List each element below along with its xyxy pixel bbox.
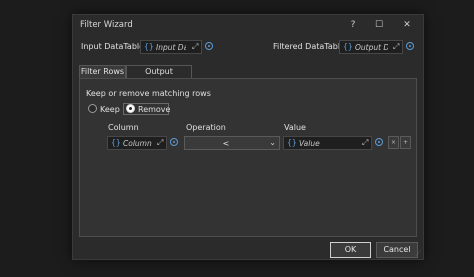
help-button[interactable]: ? xyxy=(345,18,361,32)
keep-radio[interactable] xyxy=(88,104,97,113)
value-field[interactable]: {} Value ⤢ xyxy=(283,136,372,150)
variable-brace-icon: {} xyxy=(144,42,154,51)
mode-label: Keep or remove matching rows xyxy=(86,89,211,98)
expand-icon[interactable]: ⤢ xyxy=(362,138,368,148)
value-value: Value xyxy=(299,139,320,148)
variable-brace-icon: {} xyxy=(287,138,297,147)
variable-circle-icon[interactable] xyxy=(406,42,414,50)
variable-brace-icon: {} xyxy=(111,138,121,147)
chevron-down-icon: ⌄ xyxy=(269,138,276,147)
filter-wizard-dialog: Filter Wizard ? ☐ ✕ Input DataTable {} I… xyxy=(72,14,424,260)
filtered-datatable-field[interactable]: {} Output D ⤢ xyxy=(339,40,403,54)
column-field[interactable]: {} Column ⤢ xyxy=(107,136,167,150)
expand-icon[interactable]: ⤢ xyxy=(157,138,163,148)
variable-circle-icon[interactable] xyxy=(375,138,383,146)
value-options[interactable] xyxy=(373,136,386,150)
resize-grip-icon[interactable]: ⋰ xyxy=(415,250,421,257)
input-datatable-label: Input DataTable xyxy=(81,42,145,51)
expand-icon[interactable]: ⤢ xyxy=(393,42,399,52)
add-row-button[interactable]: + xyxy=(400,136,411,149)
maximize-button[interactable]: ☐ xyxy=(371,18,387,32)
tab-filter-rows[interactable]: Filter Rows xyxy=(79,65,126,78)
filter-rows-panel: Keep or remove matching rows Keep Remove… xyxy=(79,78,417,237)
operation-select[interactable]: < ⌄ xyxy=(184,136,280,150)
input-datatable-value: Input Da xyxy=(156,43,186,52)
operation-value: < xyxy=(222,139,230,148)
title-bar: Filter Wizard ? ☐ ✕ xyxy=(73,15,423,35)
keep-label[interactable]: Keep xyxy=(100,105,120,114)
input-datatable-options[interactable] xyxy=(203,40,216,54)
value-header: Value xyxy=(284,123,306,132)
filtered-datatable-value: Output D xyxy=(355,43,388,52)
column-header: Column xyxy=(108,123,139,132)
column-options[interactable] xyxy=(168,136,181,150)
variable-brace-icon: {} xyxy=(343,42,353,51)
expand-icon[interactable]: ⤢ xyxy=(192,42,198,52)
window-title: Filter Wizard xyxy=(80,20,133,30)
column-value: Column xyxy=(123,139,152,148)
filtered-datatable-options[interactable] xyxy=(404,40,417,54)
variable-circle-icon[interactable] xyxy=(205,42,213,50)
operation-header: Operation xyxy=(186,123,226,132)
cancel-button[interactable]: Cancel xyxy=(376,242,418,258)
variable-circle-icon[interactable] xyxy=(170,138,178,146)
tab-output-columns[interactable]: Output Columns xyxy=(126,65,192,88)
filtered-datatable-label: Filtered DataTable xyxy=(273,42,345,51)
remove-label[interactable]: Remove xyxy=(138,105,170,114)
remove-row-button[interactable]: × xyxy=(388,136,399,149)
close-button[interactable]: ✕ xyxy=(399,18,415,32)
ok-button[interactable]: OK xyxy=(330,242,371,258)
remove-radio[interactable] xyxy=(126,104,135,113)
input-datatable-field[interactable]: {} Input Da ⤢ xyxy=(140,40,202,54)
